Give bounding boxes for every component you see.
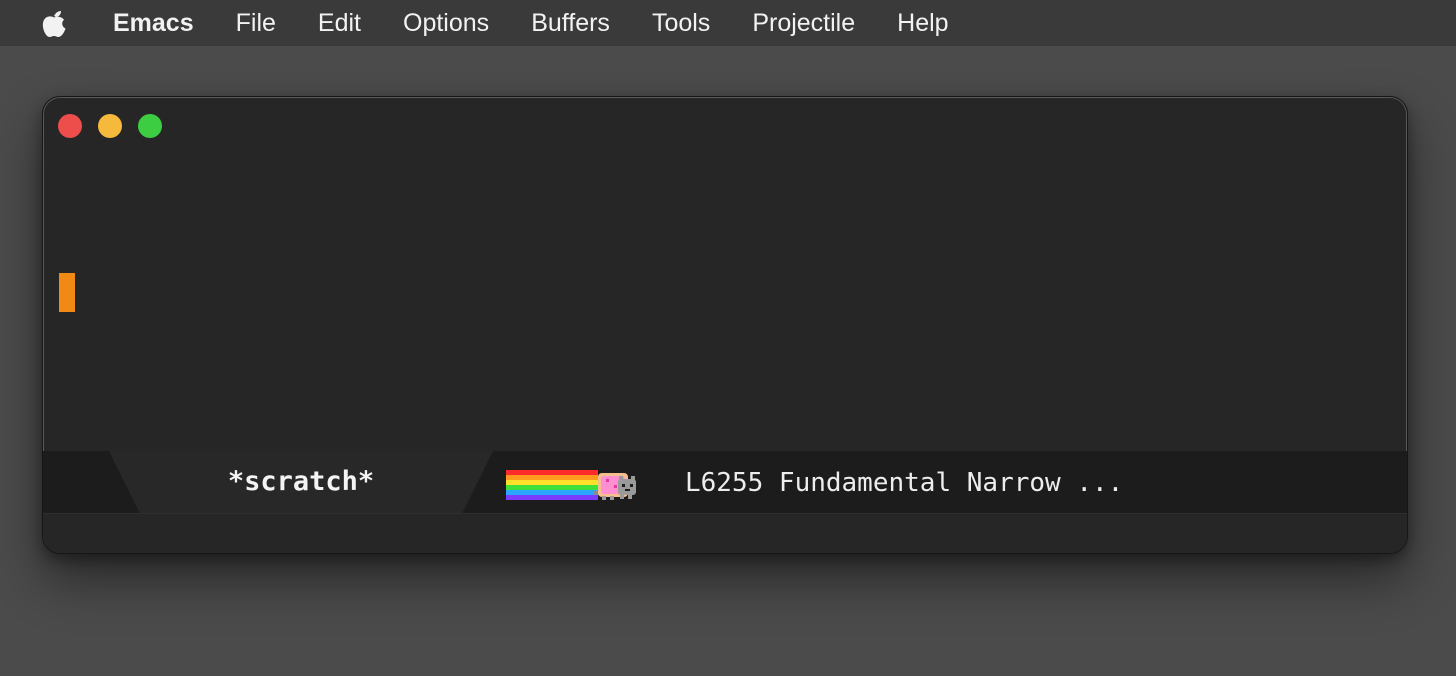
maximize-button[interactable] (138, 114, 162, 138)
menu-options[interactable]: Options (382, 0, 510, 46)
menu-file[interactable]: File (215, 0, 297, 46)
nyan-cat-icon (506, 470, 636, 500)
menu-projectile[interactable]: Projectile (731, 0, 876, 46)
menu-bar: Emacs File Edit Options Buffers Tools Pr… (0, 0, 1456, 46)
menu-buffers[interactable]: Buffers (510, 0, 631, 46)
close-button[interactable] (58, 114, 82, 138)
minimize-button[interactable] (98, 114, 122, 138)
editor-area[interactable] (43, 157, 1407, 451)
window-controls (58, 114, 162, 138)
menu-tools[interactable]: Tools (631, 0, 731, 46)
menu-emacs[interactable]: Emacs (92, 0, 215, 46)
mode-line: *scratch* L6255 Fundamental Narrow ... (43, 451, 1407, 513)
menu-edit[interactable]: Edit (297, 0, 382, 46)
apple-icon[interactable] (40, 7, 68, 39)
text-cursor (59, 273, 75, 312)
minibuffer[interactable] (43, 513, 1407, 553)
mode-line-info: L6255 Fundamental Narrow ... (685, 468, 1124, 498)
buffer-name[interactable]: *scratch* (109, 461, 493, 503)
emacs-window: *scratch* L6255 Fundamental Narrow ... (42, 96, 1408, 554)
menu-help[interactable]: Help (876, 0, 969, 46)
